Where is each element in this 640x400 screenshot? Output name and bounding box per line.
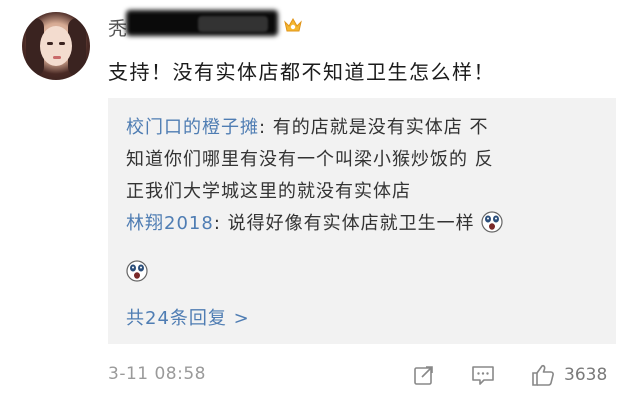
reply-1-line-1[interactable]: 校门口的橙子摊: 有的店就是没有实体店 不 bbox=[126, 112, 606, 144]
timestamp: 3-11 08:58 bbox=[108, 364, 206, 384]
reply-1-line-3: 正我们大学城这里的就没有实体店 bbox=[126, 181, 411, 202]
replies-panel[interactable]: 校门口的橙子摊: 有的店就是没有实体店 不 知道你们哪里有没有一个叫梁小猴炒饭的… bbox=[108, 98, 616, 344]
reply-2-username[interactable]: 林翔2018 bbox=[126, 213, 214, 234]
reply-icon bbox=[472, 366, 494, 385]
comment-text: 支持！没有实体店都不知道卫生怎么样！ bbox=[108, 60, 495, 84]
shocked-emoji-icon bbox=[481, 211, 503, 233]
shocked-emoji-icon bbox=[126, 260, 148, 282]
like-count: 3638 bbox=[564, 365, 608, 385]
reply-1-line-2: 知道你们哪里有没有一个叫梁小猴炒饭的 反 bbox=[126, 149, 494, 170]
reply-2[interactable]: 林翔2018: 说得好像有实体店就卫生一样 bbox=[126, 208, 606, 240]
reply-1-username[interactable]: 校门口的橙子摊 bbox=[126, 117, 259, 138]
more-replies-link[interactable]: 共24条回复 > bbox=[126, 304, 250, 330]
like-button[interactable]: 3638 bbox=[530, 362, 607, 388]
share-button[interactable] bbox=[412, 362, 436, 388]
avatar[interactable] bbox=[22, 12, 90, 80]
vip-crown-icon bbox=[284, 17, 302, 32]
like-icon bbox=[532, 364, 554, 386]
username[interactable]: 秃 bbox=[108, 14, 127, 41]
share-icon bbox=[414, 366, 433, 385]
reply-button[interactable] bbox=[470, 362, 496, 388]
